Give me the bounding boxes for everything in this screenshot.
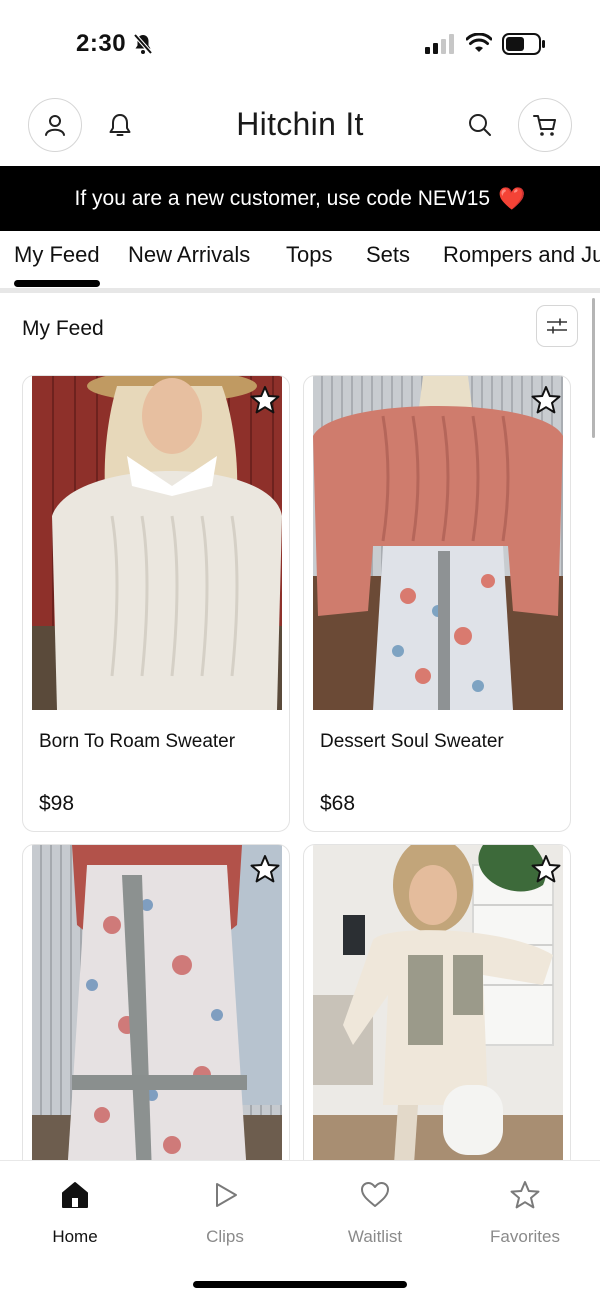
status-bar: 2:30 [0, 0, 600, 90]
category-tabs: My Feed New Arrivals Tops Sets Rompers a… [0, 231, 600, 293]
favorite-star-icon[interactable] [530, 853, 562, 885]
favorite-star-icon[interactable] [530, 384, 562, 416]
app-header: Hitchin It [0, 90, 600, 166]
scrollbar[interactable] [592, 298, 595, 438]
nav-favorites-label: Favorites [490, 1227, 560, 1246]
sliders-icon [547, 318, 567, 334]
filter-button[interactable] [536, 305, 578, 347]
promo-banner[interactable]: If you are a new customer, use code NEW1… [0, 166, 600, 231]
nav-waitlist[interactable]: Waitlist [315, 1179, 435, 1247]
product-image [32, 376, 282, 710]
tab-my-feed[interactable]: My Feed [14, 242, 100, 268]
home-icon [62, 1182, 88, 1208]
battery-icon [502, 33, 545, 55]
tab-sets[interactable]: Sets [366, 242, 410, 268]
bottom-navigation: Home Clips Waitlist Favorites [0, 1160, 600, 1299]
tab-tops[interactable]: Tops [286, 242, 332, 268]
feed-title: My Feed [22, 317, 104, 340]
favorite-star-icon[interactable] [249, 853, 281, 885]
tab-new-arrivals[interactable]: New Arrivals [128, 242, 250, 268]
star-icon [510, 1181, 540, 1209]
product-name: Dessert Soul Sweater [320, 731, 504, 752]
product-name: Born To Roam Sweater [39, 731, 236, 752]
nav-home-label: Home [52, 1227, 98, 1246]
product-card[interactable]: Dessert Soul Sweater $68 [303, 375, 571, 832]
signal-icon [425, 34, 454, 54]
promo-text: If you are a new customer, use code NEW1… [74, 186, 491, 210]
tab-rompers-and-jumpsuits[interactable]: Rompers and Jumpsuits [443, 242, 600, 268]
nav-favorites[interactable]: Favorites [465, 1179, 585, 1247]
nav-home[interactable]: Home [15, 1179, 135, 1247]
nav-clips[interactable]: Clips [165, 1179, 285, 1247]
active-tab-indicator [14, 280, 100, 287]
product-image [32, 845, 282, 1173]
product-price: $98 [39, 792, 75, 815]
product-card[interactable] [303, 844, 571, 1174]
cart-icon [533, 115, 556, 136]
product-price: $68 [320, 792, 356, 815]
product-card[interactable] [22, 844, 290, 1174]
status-time: 2:30 [76, 30, 127, 57]
play-icon [216, 1183, 237, 1207]
home-indicator [193, 1281, 407, 1288]
app-title: Hitchin It [236, 106, 364, 142]
product-image [313, 376, 563, 710]
heart-emoji: ❤️ [498, 185, 526, 211]
product-image [313, 845, 563, 1173]
product-card[interactable]: Born To Roam Sweater $98 [22, 375, 290, 832]
wifi-icon [466, 33, 492, 52]
nav-waitlist-label: Waitlist [347, 1227, 403, 1246]
cart-button[interactable] [518, 98, 572, 152]
search-icon [469, 114, 491, 136]
heart-icon [361, 1182, 389, 1207]
favorite-star-icon[interactable] [249, 384, 281, 416]
nav-clips-label: Clips [206, 1227, 244, 1246]
search-button[interactable] [460, 105, 500, 145]
bell-off-icon [133, 33, 153, 55]
